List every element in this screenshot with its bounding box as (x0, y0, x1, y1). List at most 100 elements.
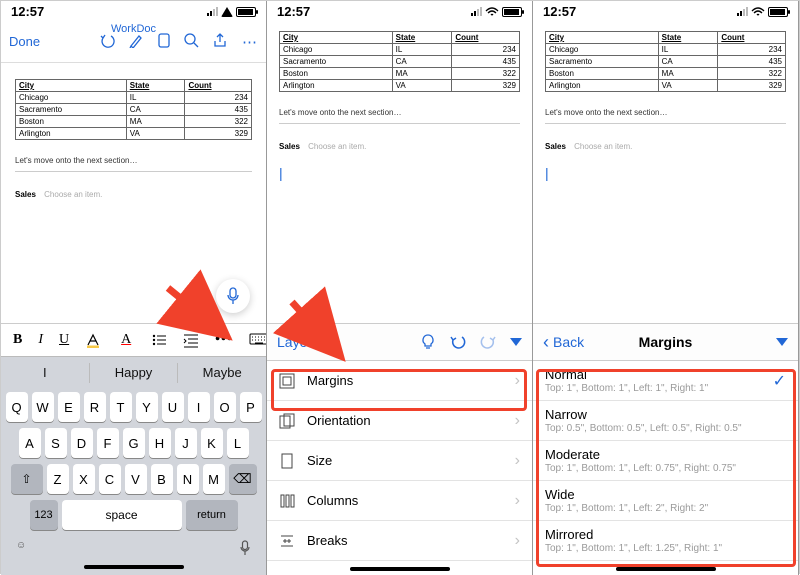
margins-options-list: NormalTop: 1", Bottom: 1", Left: 1", Rig… (533, 361, 798, 561)
suggestion-1[interactable]: I (1, 365, 89, 380)
key-y[interactable]: Y (136, 392, 158, 422)
done-button[interactable]: Done (9, 34, 40, 49)
key-z[interactable]: Z (47, 464, 69, 494)
margin-option-moderate[interactable]: ModerateTop: 1", Bottom: 1", Left: 0.75"… (533, 441, 798, 481)
key-b[interactable]: B (151, 464, 173, 494)
key-j[interactable]: J (175, 428, 197, 458)
key-t[interactable]: T (110, 392, 132, 422)
mic-key[interactable] (239, 540, 251, 559)
text-cursor: | (279, 165, 283, 181)
collapse-icon[interactable] (776, 338, 788, 346)
key-h[interactable]: H (149, 428, 171, 458)
emoji-key[interactable]: ☺ (16, 540, 26, 559)
keyboard[interactable]: QWERTYUIOP ASDFGHJKL ⇧ ZXCVBNM ⌫ 123 spa… (1, 388, 266, 575)
section-header-margins: ‹ Back Margins (533, 323, 798, 361)
list-item-breaks[interactable]: Breaks › (267, 521, 532, 561)
th-state: State (126, 80, 185, 92)
sales-row[interactable]: Sales Choose an item. (15, 190, 252, 199)
key-l[interactable]: L (227, 428, 249, 458)
list-item-columns[interactable]: Columns › (267, 481, 532, 521)
num-key[interactable]: 123 (30, 500, 58, 530)
suggestion-3[interactable]: Maybe (178, 365, 266, 380)
redo-icon[interactable] (480, 334, 496, 350)
battery-icon (768, 7, 788, 17)
list-item-orientation[interactable]: Orientation › (267, 401, 532, 441)
doc-table[interactable]: CityStateCount ChicagoIL234 SacramentoCA… (15, 79, 252, 140)
key-o[interactable]: O (214, 392, 236, 422)
indent-button[interactable] (183, 332, 199, 348)
key-u[interactable]: U (162, 392, 184, 422)
battery-icon (236, 7, 256, 17)
breaks-icon (279, 533, 297, 549)
list-item-size[interactable]: Size › (267, 441, 532, 481)
key-i[interactable]: I (188, 392, 210, 422)
key-w[interactable]: W (32, 392, 54, 422)
margin-option-normal[interactable]: NormalTop: 1", Bottom: 1", Left: 1", Rig… (533, 361, 798, 401)
key-s[interactable]: S (45, 428, 67, 458)
key-a[interactable]: A (19, 428, 41, 458)
lightbulb-icon[interactable] (420, 334, 436, 350)
home-indicator[interactable] (350, 567, 450, 571)
overflow-icon[interactable]: ⋯ (242, 33, 258, 51)
home-indicator[interactable] (616, 567, 716, 571)
status-bar: 12:57 (267, 1, 532, 21)
suggestion-2[interactable]: Happy (90, 365, 178, 380)
doc-table[interactable]: CityStateCount ChicagoIL234 SacramentoCA… (545, 31, 786, 92)
key-d[interactable]: D (71, 428, 93, 458)
key-p[interactable]: P (240, 392, 262, 422)
shift-key[interactable]: ⇧ (11, 464, 43, 494)
back-button[interactable]: ‹ Back (543, 334, 584, 350)
key-f[interactable]: F (97, 428, 119, 458)
key-v[interactable]: V (125, 464, 147, 494)
key-x[interactable]: X (73, 464, 95, 494)
chevron-right-icon: › (515, 372, 520, 390)
key-n[interactable]: N (177, 464, 199, 494)
bold-button[interactable]: B (13, 332, 22, 348)
keyboard-toggle-icon[interactable] (249, 333, 267, 347)
orientation-icon (279, 413, 297, 429)
document-area[interactable]: CityStateCount ChicagoIL234 SacramentoCA… (267, 21, 532, 191)
highlight-button[interactable] (85, 332, 101, 348)
app-header: Done WorkDoc ⋯ (1, 21, 266, 63)
screen-margins-options: 12:57 CityStateCount ChicagoIL234 Sacram… (533, 1, 799, 575)
text-cursor: | (545, 165, 549, 181)
th-city: City (16, 80, 127, 92)
dictation-button[interactable] (216, 279, 250, 313)
font-color-button[interactable]: A (117, 332, 135, 348)
wifi-icon (751, 7, 765, 17)
margins-icon (279, 373, 297, 389)
collapse-icon[interactable] (510, 338, 522, 346)
undo-icon[interactable] (450, 334, 466, 350)
margin-option-mirrored[interactable]: MirroredTop: 1", Bottom: 1", Left: 1.25"… (533, 521, 798, 561)
return-key[interactable]: return (186, 500, 238, 530)
toolbar-icons: ⋯ (100, 33, 258, 51)
backspace-key[interactable]: ⌫ (229, 464, 257, 494)
key-r[interactable]: R (84, 392, 106, 422)
screen-layout-menu: 12:57 CityStateCount ChicagoIL234 Sacram… (267, 1, 533, 575)
key-q[interactable]: Q (6, 392, 28, 422)
signal-icon (737, 7, 748, 16)
key-m[interactable]: M (203, 464, 225, 494)
key-e[interactable]: E (58, 392, 80, 422)
document-area[interactable]: CityStateCount ChicagoIL234 SacramentoCA… (533, 21, 798, 191)
space-key[interactable]: space (62, 500, 182, 530)
status-time: 12:57 (11, 4, 44, 19)
layout-list: Margins › Orientation › Size › Columns ›… (267, 361, 532, 561)
home-indicator[interactable] (84, 565, 184, 569)
key-k[interactable]: K (201, 428, 223, 458)
italic-button[interactable]: I (38, 332, 43, 348)
margin-option-wide[interactable]: WideTop: 1", Bottom: 1", Left: 2", Right… (533, 481, 798, 521)
signal-icon (207, 7, 218, 16)
size-icon (279, 453, 297, 469)
document-area[interactable]: CityStateCount ChicagoIL234 SacramentoCA… (1, 63, 266, 215)
key-c[interactable]: C (99, 464, 121, 494)
more-format-button[interactable]: ••• (215, 332, 233, 348)
doc-table[interactable]: CityStateCount ChicagoIL234 SacramentoCA… (279, 31, 520, 92)
list-item-margins[interactable]: Margins › (267, 361, 532, 401)
underline-button[interactable]: U (59, 332, 69, 348)
key-g[interactable]: G (123, 428, 145, 458)
bullets-button[interactable] (151, 332, 167, 348)
layout-dropdown[interactable]: Layout (277, 334, 331, 350)
margin-option-narrow[interactable]: NarrowTop: 0.5", Bottom: 0.5", Left: 0.5… (533, 401, 798, 441)
signal-icon (471, 7, 482, 16)
